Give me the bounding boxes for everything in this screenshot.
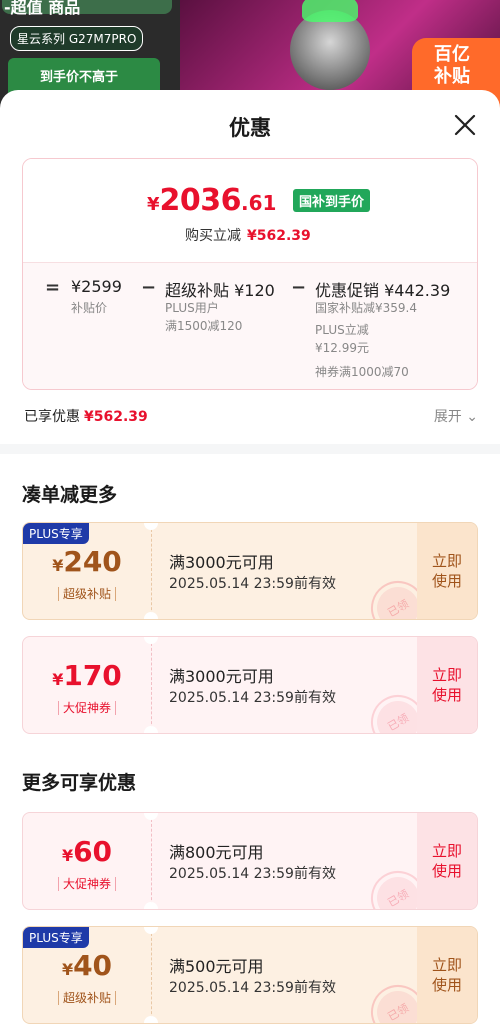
price-promo-label: 到手价不高于 (40, 70, 119, 85)
coupon-notch (144, 813, 158, 820)
coupon-separator (151, 933, 152, 1019)
coupon-left: ¥60 大促神券 (23, 813, 151, 909)
coupon-left: PLUS专享 ¥40 超级补贴 (23, 927, 151, 1023)
coupon-notch (144, 1016, 158, 1023)
coupon-card: PLUS专享 ¥40 超级补贴 满500元可用 2025.05.14 23:59… (22, 926, 478, 1024)
minus-sign-1: − (141, 277, 157, 298)
coupon-condition: 满3000元可用 (169, 667, 274, 686)
use-now-button[interactable]: 立即使用 (417, 637, 477, 733)
coupon-value: 40 (73, 949, 113, 982)
super-subsidy-sub1: PLUS用户 (165, 301, 219, 315)
buy-reduce-label: 购买立减 (185, 228, 241, 244)
coupon-condition: 满500元可用 (169, 957, 264, 976)
final-price-dec: .61 (241, 191, 277, 215)
calc-breakdown: = ¥2599 补贴价 − 超级补贴 ¥120 PLUS用户 满1500减120… (23, 263, 477, 389)
coupon-validity: 2025.05.14 23:59前有效 (169, 866, 336, 882)
product-model-tag: 星云系列 G27M7PRO (10, 26, 144, 51)
use-now-label: 立即使用 (431, 956, 462, 994)
coupon-yen: ¥ (52, 670, 64, 689)
plus-exclusive-tag: PLUS专享 (23, 927, 89, 948)
skull-image (290, 0, 370, 90)
promo-sub3: ¥12.99元 (315, 341, 369, 355)
coupon-category-label: 超级补贴 (57, 587, 116, 601)
coupon-amount: ¥40 (23, 949, 151, 982)
enjoyed-label: 已享优惠 (24, 409, 80, 425)
enjoyed-value: ¥562.39 (84, 409, 148, 425)
coupon-notch (144, 523, 158, 530)
coupon-amount: ¥240 (23, 545, 151, 578)
price-breakdown-box: ¥2036.61 国补到手价 购买立减 ¥562.39 = ¥2599 补贴价 −… (22, 158, 478, 390)
expand-button[interactable]: 展开 ⌄ (434, 406, 478, 426)
coupon-left: ¥170 大促神券 (23, 637, 151, 733)
coupon-notch (144, 637, 158, 644)
coupon-card: PLUS专享 ¥240 超级补贴 满3000元可用 2025.05.14 23:… (22, 522, 478, 620)
use-now-button[interactable]: 立即使用 (417, 813, 477, 909)
base-price: ¥2599 (71, 277, 122, 296)
coupon-separator (151, 529, 152, 615)
minus-sign-2: − (291, 277, 307, 298)
coupon-category-label: 超级补贴 (57, 991, 116, 1005)
coupon-separator (151, 643, 152, 729)
sheet-title: 优惠 (229, 116, 271, 140)
coupon-category-label: 大促神券 (57, 877, 116, 891)
coupon-notch (144, 726, 158, 733)
coupon-category-label: 大促神券 (57, 701, 116, 715)
discount-sheet: 优惠 ¥2036.61 国补到手价 购买立减 ¥562.39 = ¥2599 补贴… (0, 90, 500, 1024)
coupon-card: ¥170 大促神券 满3000元可用 2025.05.14 23:59前有效 已… (22, 636, 478, 734)
use-now-button[interactable]: 立即使用 (417, 523, 477, 619)
final-price-yen: ¥ (147, 194, 160, 215)
top-text: -超值 商品 (4, 0, 81, 17)
section-title-more-reduce: 凑单减更多 (22, 484, 118, 506)
super-subsidy: 超级补贴 ¥120 (165, 281, 275, 300)
final-price: ¥2036.61 (147, 183, 276, 218)
use-now-label: 立即使用 (431, 666, 462, 704)
final-price-int: 2036 (159, 183, 242, 218)
coupon-validity: 2025.05.14 23:59前有效 (169, 576, 336, 592)
coupon-condition: 满800元可用 (169, 843, 264, 862)
coupon-separator (151, 819, 152, 905)
plus-exclusive-tag: PLUS专享 (23, 523, 89, 544)
coupon-amount: ¥60 (23, 835, 151, 868)
coupon-category: 超级补贴 (23, 585, 151, 602)
coupon-yen: ¥ (52, 556, 64, 575)
section-divider (0, 444, 500, 454)
coupon-condition: 满3000元可用 (169, 553, 274, 572)
buy-reduce-value: ¥562.39 (247, 228, 311, 244)
coupon-validity: 2025.05.14 23:59前有效 (169, 690, 336, 706)
promo-discount: 优惠促销 ¥442.39 (315, 281, 451, 300)
final-price-area: ¥2036.61 国补到手价 购买立减 ¥562.39 (23, 159, 477, 263)
coupon-card: ¥60 大促神券 满800元可用 2025.05.14 23:59前有效 已领 … (22, 812, 478, 910)
subsidy-badge-text: 百亿补贴 (434, 44, 470, 87)
coupon-category: 大促神券 (23, 699, 151, 716)
equals-sign: = (45, 277, 61, 298)
promo-sub4: 神券满1000减70 (315, 365, 409, 379)
use-now-button[interactable]: 立即使用 (417, 927, 477, 1023)
promo-sub2: PLUS立减 (315, 323, 369, 337)
coupon-value: 60 (73, 835, 113, 868)
coupon-yen: ¥ (61, 846, 74, 865)
section-title-more-available: 更多可享优惠 (22, 772, 137, 794)
national-subsidy-tag: 国补到手价 (293, 189, 371, 212)
coupon-notch (144, 612, 158, 619)
use-now-label: 立即使用 (431, 842, 462, 880)
enjoyed-discount: 已享优惠 ¥562.39 (24, 406, 148, 426)
coupon-category: 超级补贴 (23, 989, 151, 1006)
buy-reduce: 购买立减 ¥562.39 (185, 225, 311, 245)
coupon-amount: ¥170 (23, 659, 151, 692)
coupon-notch (144, 927, 158, 934)
coupon-left: PLUS专享 ¥240 超级补贴 (23, 523, 151, 619)
close-icon (454, 114, 476, 136)
coupon-category: 大促神券 (23, 875, 151, 892)
promo-sub1: 国家补贴减¥359.4 (315, 301, 417, 315)
use-now-label: 立即使用 (431, 552, 462, 590)
coupon-notch (144, 902, 158, 909)
base-price-label: 补贴价 (71, 301, 108, 315)
coupon-value: 170 (63, 659, 122, 692)
coupon-yen: ¥ (61, 960, 74, 979)
close-button[interactable] (452, 112, 478, 138)
coupon-value: 240 (63, 545, 122, 578)
coupon-validity: 2025.05.14 23:59前有效 (169, 980, 336, 996)
super-subsidy-sub2: 满1500减120 (165, 319, 243, 333)
